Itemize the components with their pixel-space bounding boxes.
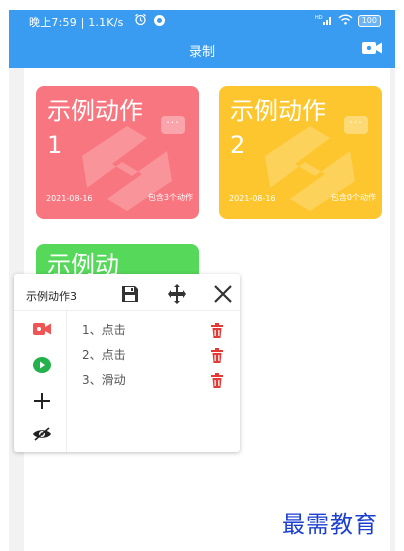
more-options-button[interactable]: ··· [161, 116, 185, 134]
action-card-2[interactable]: 示例动作2 ··· 2021-08-16 包含0个动作 [219, 86, 382, 219]
steps-list: 1、点击 2、点击 3、滑动 [82, 321, 232, 396]
video-camera-icon[interactable] [361, 40, 383, 56]
recording-panel: 示例动作3 1、点击 2、点击 3、滑动 [14, 274, 240, 452]
status-bar: 晚上7:59 | 1.1K/s HD 100 [9, 10, 395, 32]
card-action-count: 包含3个动作 [147, 193, 193, 202]
delete-icon[interactable] [210, 323, 224, 338]
list-item[interactable]: 2、点击 [82, 346, 232, 371]
action-card-1[interactable]: 示例动作1 ··· 2021-08-16 包含3个动作 [36, 86, 199, 219]
add-icon[interactable] [32, 391, 52, 409]
alarm-icon [134, 13, 147, 29]
card-name: 示例动作1 [47, 97, 143, 159]
page-title: 录制 [188, 45, 215, 60]
card-date: 2021-08-16 [46, 194, 93, 203]
app-bar: 晚上7:59 | 1.1K/s HD 100 录制 [9, 10, 395, 68]
move-icon[interactable] [165, 283, 189, 305]
delete-icon[interactable] [210, 348, 224, 363]
save-icon[interactable] [119, 283, 143, 305]
panel-title: 示例动作3 [26, 290, 77, 303]
status-right-icons: HD 100 [315, 14, 381, 28]
delete-icon[interactable] [210, 373, 224, 388]
panel-header: 示例动作3 [14, 274, 240, 311]
notification-app-icon [154, 15, 165, 26]
battery-indicator: 100 [357, 15, 381, 27]
background-margin-right [390, 68, 395, 551]
step-label: 1、点击 [82, 323, 126, 337]
play-icon[interactable] [32, 356, 52, 374]
wifi-icon [338, 14, 353, 28]
step-label: 3、滑动 [82, 373, 126, 387]
list-item[interactable]: 3、滑动 [82, 371, 232, 396]
eye-hide-icon[interactable] [32, 426, 52, 444]
card-name: 示例动作2 [230, 97, 326, 159]
step-label: 2、点击 [82, 348, 126, 362]
card-action-count: 包含0个动作 [330, 193, 376, 202]
card-date: 2021-08-16 [229, 194, 276, 203]
status-time: 晚上7:59 | 1.1K/s [29, 16, 124, 29]
record-video-icon[interactable] [32, 321, 52, 339]
signal-icon: HD [315, 14, 333, 28]
list-item[interactable]: 1、点击 [82, 321, 232, 346]
watermark: 最需教育 [282, 512, 378, 538]
more-options-button[interactable]: ··· [344, 116, 368, 134]
panel-toolbar [14, 311, 67, 452]
close-icon[interactable] [212, 283, 236, 305]
svg-text:HD: HD [315, 15, 323, 21]
